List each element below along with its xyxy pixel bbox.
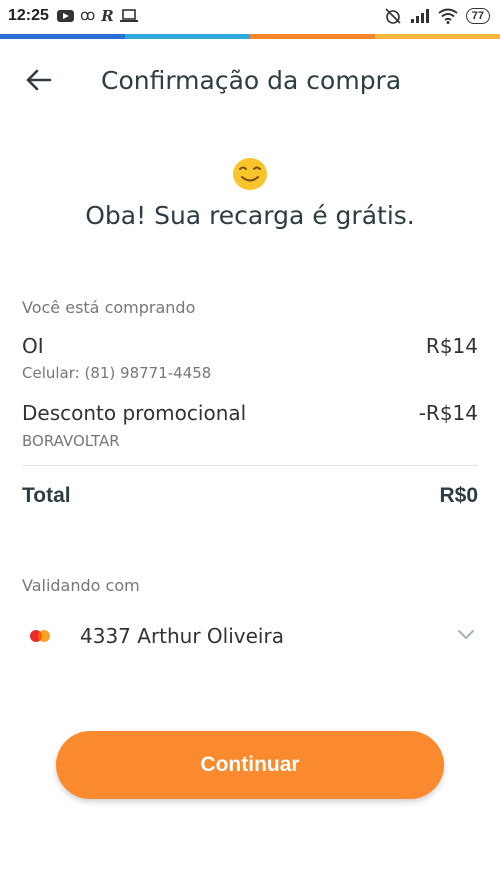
system-icons: 77 — [384, 7, 490, 25]
discount-label: Desconto promocional — [22, 401, 247, 425]
page-title: Confirmação da compra — [101, 66, 402, 95]
app-notification-icon: ꝏ — [80, 7, 96, 24]
notification-icons: ꝏ R — [57, 8, 138, 24]
discount-value: -R$14 — [418, 401, 478, 425]
phone-number: Celular: (81) 98771-4458 — [22, 364, 212, 382]
color-segment-1 — [0, 34, 125, 39]
laptop-icon — [119, 9, 138, 22]
alarm-off-icon — [385, 8, 401, 24]
back-arrow-icon[interactable] — [24, 65, 54, 95]
r-app-icon: R — [101, 7, 114, 25]
free-recharge-message: Oba! Sua recarga é grátis. — [85, 201, 415, 230]
wifi-icon — [438, 8, 458, 24]
total-label: Total — [22, 484, 71, 507]
card-label: 4337 Arthur Oliveira — [80, 624, 284, 648]
smiling-face-icon — [233, 158, 267, 190]
item-name: OI — [22, 334, 44, 358]
payment-card-selector[interactable]: 4337 Arthur Oliveira — [0, 612, 500, 662]
youtube-icon — [57, 10, 74, 22]
chevron-down-icon[interactable] — [456, 627, 476, 641]
payment-section-label: Validando com — [22, 576, 140, 595]
promo-code: BORAVOLTAR — [22, 432, 120, 450]
total-value: R$0 — [439, 484, 478, 507]
color-segment-2 — [125, 34, 250, 39]
color-segment-3 — [250, 34, 375, 39]
mastercard-icon — [30, 630, 50, 642]
status-bar: 12:25 ꝏ R 77 — [0, 0, 500, 34]
item-value: R$14 — [425, 334, 478, 358]
brand-color-bar — [0, 34, 500, 39]
continue-button[interactable]: Continuar — [56, 731, 444, 799]
color-segment-4 — [375, 34, 500, 39]
divider — [22, 465, 478, 466]
status-time: 12:25 — [8, 7, 49, 24]
signal-icon — [410, 9, 429, 23]
battery-indicator: 77 — [465, 8, 490, 24]
purchase-section-label: Você está comprando — [22, 298, 196, 317]
